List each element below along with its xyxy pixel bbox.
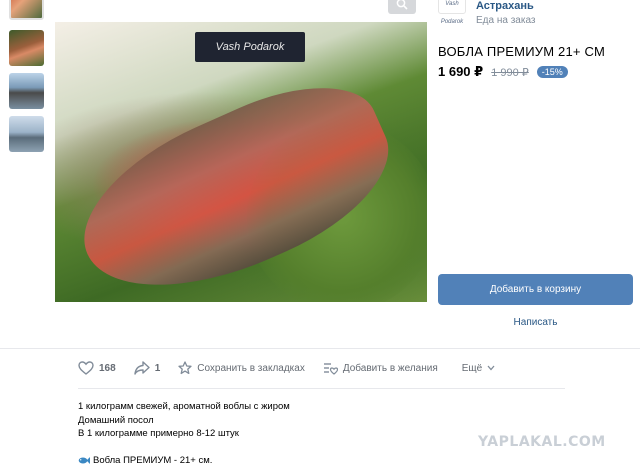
seller-status: Еда на заказ: [476, 15, 536, 26]
shares-count: 1: [154, 362, 161, 374]
more-label: Ещё: [461, 362, 483, 374]
price-row: 1 690 ₽ 1 990 ₽ -15%: [438, 64, 568, 80]
wishlist-label: Добавить в желания: [342, 362, 438, 374]
zoom-button[interactable]: [388, 0, 416, 14]
share-icon: [133, 361, 150, 375]
seller-logo[interactable]: Vash Podarok: [438, 0, 466, 25]
like-button[interactable]: 168: [78, 361, 116, 375]
description-line: В 1 килограмме примерно 8-12 штук: [78, 428, 239, 439]
search-icon: [396, 0, 408, 10]
more-button[interactable]: Ещё: [462, 363, 495, 374]
likes-count: 168: [99, 362, 116, 374]
discount-badge: -15%: [536, 66, 568, 78]
description-line-text: Вобла ПРЕМИУМ - 21+ см.: [93, 455, 213, 466]
thumbnail-3[interactable]: [9, 73, 44, 109]
price: 1 690 ₽: [438, 64, 484, 79]
add-to-cart-button[interactable]: Добавить в корзину: [438, 274, 633, 305]
thumbnail-4[interactable]: [9, 116, 44, 152]
bottle-label: Vash Podarok: [195, 32, 305, 62]
share-button[interactable]: 1: [133, 361, 161, 375]
write-message-link[interactable]: Написать: [438, 317, 633, 328]
chevron-down-icon: [487, 365, 495, 371]
product-description: 1 килограмм свежей, ароматной воблы с жи…: [78, 400, 290, 441]
bookmark-label: Сохранить в закладках: [197, 362, 305, 374]
watermark: YAPLAKAL.COM: [478, 434, 606, 450]
divider: [0, 348, 640, 349]
old-price: 1 990 ₽: [491, 66, 529, 79]
wishlist-icon: [323, 362, 338, 375]
divider: [78, 388, 565, 389]
seller-name[interactable]: Астрахань: [476, 0, 534, 12]
product-photo[interactable]: Vash Podarok: [55, 22, 427, 302]
description-line: Домашний посол: [78, 414, 154, 426]
action-bar: 168 1 Сохранить в закладках Добавить в ж…: [78, 360, 513, 376]
thumbnail-2[interactable]: [9, 30, 44, 66]
heart-icon: [78, 361, 94, 375]
fish-icon: [78, 457, 90, 464]
description-line: 1 килограмм свежей, ароматной воблы с жи…: [78, 401, 290, 412]
star-icon: [178, 361, 192, 375]
description-line: Вобла ПРЕМИУМ - 21+ см.: [78, 455, 212, 466]
product-title: ВОБЛА ПРЕМИУМ 21+ СМ: [438, 44, 605, 59]
wishlist-button[interactable]: Добавить в желания: [323, 362, 438, 375]
bookmark-button[interactable]: Сохранить в закладках: [178, 361, 305, 375]
thumbnail-1[interactable]: [9, 0, 44, 20]
